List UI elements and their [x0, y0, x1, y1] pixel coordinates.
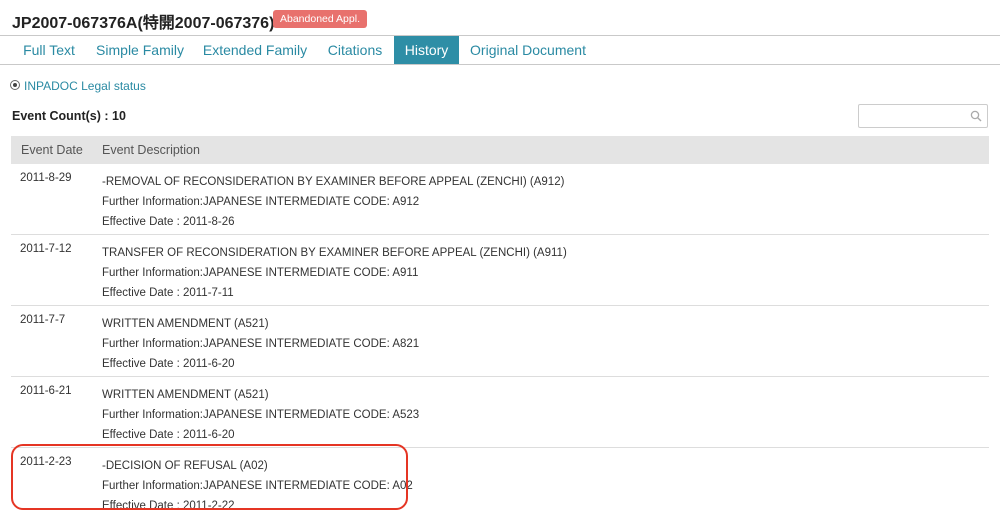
- event-title: WRITTEN AMENDMENT (A521): [102, 318, 269, 330]
- search-icon[interactable]: [970, 110, 982, 122]
- event-info: Further Information:JAPANESE INTERMEDIAT…: [102, 267, 419, 279]
- status-badge: Abandoned Appl.: [273, 10, 367, 28]
- event-title: TRANSFER OF RECONSIDERATION BY EXAMINER …: [102, 247, 567, 259]
- column-header-description: Event Description: [102, 143, 200, 157]
- event-description: -REMOVAL OF RECONSIDERATION BY EXAMINER …: [102, 172, 564, 232]
- event-effective-date: Effective Date : 2011-2-22: [102, 500, 235, 512]
- tab-extended-family[interactable]: Extended Family: [198, 36, 312, 64]
- history-table: Event Date Event Description 2011-8-29 -…: [11, 136, 989, 518]
- event-info: Further Information:JAPANESE INTERMEDIAT…: [102, 196, 420, 208]
- table-row: 2011-8-29 -REMOVAL OF RECONSIDERATION BY…: [11, 164, 989, 235]
- column-header-date: Event Date: [21, 143, 83, 157]
- event-date: 2011-7-12: [20, 243, 72, 255]
- event-title: -DECISION OF REFUSAL (A02): [102, 460, 268, 472]
- event-description: WRITTEN AMENDMENT (A521) Further Informa…: [102, 385, 419, 445]
- table-header: Event Date Event Description: [11, 136, 989, 164]
- event-title: -REMOVAL OF RECONSIDERATION BY EXAMINER …: [102, 176, 565, 188]
- event-date: 2011-6-21: [20, 385, 72, 397]
- tab-full-text[interactable]: Full Text: [12, 36, 86, 64]
- event-title: WRITTEN AMENDMENT (A521): [102, 389, 269, 401]
- tab-original-document[interactable]: Original Document: [465, 36, 591, 64]
- event-effective-date: Effective Date : 2011-7-11: [102, 287, 234, 299]
- search-input[interactable]: [858, 104, 988, 128]
- event-info: Further Information:JAPANESE INTERMEDIAT…: [102, 409, 420, 421]
- event-description: TRANSFER OF RECONSIDERATION BY EXAMINER …: [102, 243, 567, 303]
- event-effective-date: Effective Date : 2011-8-26: [102, 216, 235, 228]
- document-title: JP2007-067376A(特開2007-067376): [12, 15, 275, 32]
- tab-history[interactable]: History: [394, 36, 459, 64]
- table-row: 2011-2-23 -DECISION OF REFUSAL (A02) Fur…: [11, 448, 989, 518]
- legal-status-label[interactable]: INPADOC Legal status: [24, 79, 146, 93]
- event-date: 2011-8-29: [20, 172, 72, 184]
- event-date: 2011-7-7: [20, 314, 66, 326]
- event-info: Further Information:JAPANESE INTERMEDIAT…: [102, 480, 413, 492]
- radio-selected-icon[interactable]: [10, 80, 20, 90]
- tab-bar: Full Text Simple Family Extended Family …: [0, 35, 1000, 65]
- event-description: -DECISION OF REFUSAL (A02) Further Infor…: [102, 456, 413, 516]
- table-row: 2011-6-21 WRITTEN AMENDMENT (A521) Furth…: [11, 377, 989, 448]
- event-effective-date: Effective Date : 2011-6-20: [102, 358, 235, 370]
- tab-citations[interactable]: Citations: [320, 36, 390, 64]
- event-date: 2011-2-23: [20, 456, 72, 468]
- table-row: 2011-7-12 TRANSFER OF RECONSIDERATION BY…: [11, 235, 989, 306]
- event-info: Further Information:JAPANESE INTERMEDIAT…: [102, 338, 420, 350]
- event-effective-date: Effective Date : 2011-6-20: [102, 429, 235, 441]
- event-count: Event Count(s) : 10: [12, 109, 126, 123]
- event-description: WRITTEN AMENDMENT (A521) Further Informa…: [102, 314, 419, 374]
- tab-simple-family[interactable]: Simple Family: [90, 36, 190, 64]
- page-header: JP2007-067376A(特開2007-067376) Abandoned …: [0, 0, 1000, 36]
- table-row: 2011-7-7 WRITTEN AMENDMENT (A521) Furthe…: [11, 306, 989, 377]
